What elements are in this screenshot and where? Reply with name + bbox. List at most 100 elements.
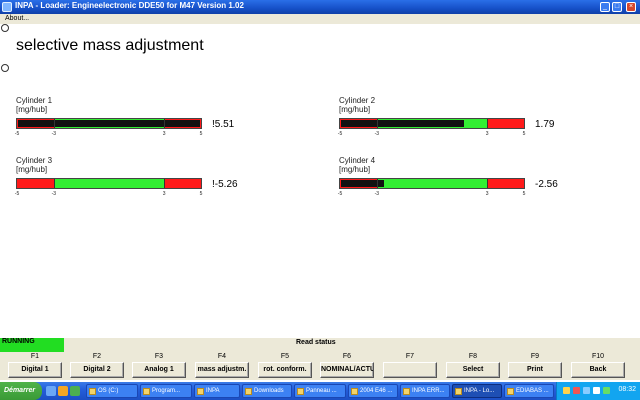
gauge-zone-divider (376, 179, 378, 188)
fkey-f1: F1 Digital 1 (8, 352, 62, 380)
gauge-unit: [mg/hub] (16, 105, 48, 114)
document-icon (351, 388, 358, 395)
gauge-bar (339, 118, 525, 129)
fkey-f6: F6 NOMINAL/ACTUAL (320, 352, 374, 380)
document-icon (403, 388, 410, 395)
task-programs[interactable]: Program... (140, 384, 192, 398)
fkey-f7: F7 (383, 352, 437, 380)
explorer-icon[interactable] (70, 386, 80, 396)
fkey-f9: F9 Print (508, 352, 562, 380)
desktop-icon[interactable] (46, 386, 56, 396)
print-button[interactable]: Print (508, 362, 562, 378)
status-text: Read status (296, 339, 336, 346)
analog-1-button[interactable]: Analog 1 (132, 362, 186, 378)
tray-arrow-icon[interactable] (563, 387, 570, 394)
main-area: selective mass adjustment Cylinder 1 [mg/… (0, 24, 640, 338)
start-button[interactable]: Démarrer (0, 382, 42, 400)
folder-icon (143, 388, 150, 395)
app-icon (455, 388, 462, 395)
window-title: INPA - Loader: Engineelectronic DDE50 fo… (15, 1, 244, 10)
gauge-cylinder-2: Cylinder 2 [mg/hub] -5 -3 3 5 1.79 (337, 96, 599, 146)
tray-volume-icon[interactable] (593, 387, 600, 394)
task-inpa-err[interactable]: INPA ERR... (400, 384, 450, 398)
gauge-zone-divider (487, 179, 489, 188)
mass-adjustment-button[interactable]: mass adjustm. (195, 362, 249, 378)
task-ediabas[interactable]: EDIABAS ... (504, 384, 554, 398)
gauge-tick-label: -3 (374, 131, 380, 137)
fkey-f10: F10 Back (571, 352, 625, 380)
function-key-bar: F1 Digital 1 F2 Digital 2 F3 Analog 1 F4… (0, 352, 640, 380)
gauge-tick-label: -5 (337, 131, 343, 137)
gauge-bar (16, 178, 202, 189)
tray-app-icon[interactable] (603, 387, 610, 394)
radio-button-2[interactable] (1, 64, 9, 72)
menu-bar: About... (0, 14, 640, 24)
gauge-unit: [mg/hub] (16, 165, 48, 174)
select-button[interactable]: Select (446, 362, 500, 378)
gauge-tick-label: -5 (337, 191, 343, 197)
clock: 08:32 (618, 386, 636, 393)
close-button[interactable]: × (626, 2, 636, 12)
fkey-f5: F5 rot. conform. (258, 352, 312, 380)
folder-icon (245, 388, 252, 395)
minimize-button[interactable]: _ (600, 2, 610, 12)
back-button[interactable]: Back (571, 362, 625, 378)
gauge-tick-label: 5 (199, 131, 203, 137)
gauge-bar (339, 178, 525, 189)
title-bar[interactable]: INPA - Loader: Engineelectronic DDE50 fo… (0, 0, 640, 14)
task-downloads[interactable]: Downloads (242, 384, 292, 398)
nominal-actual-button[interactable]: NOMINAL/ACTUAL (320, 362, 374, 378)
system-tray: 08:32 (556, 382, 640, 400)
fkey-f3: F3 Analog 1 (132, 352, 186, 380)
gauge-tick-label: 3 (485, 131, 489, 137)
status-row: RUNNING Read status (0, 338, 640, 352)
gauge-tick-label: -5 (14, 191, 20, 197)
gauge-value: 1.79 (535, 119, 555, 130)
gauge-unit: [mg/hub] (339, 105, 371, 114)
f7-button[interactable] (383, 362, 437, 378)
gauge-green-zone (376, 179, 488, 188)
task-inpa-folder[interactable]: INPA (194, 384, 240, 398)
gauge-cylinder-3: Cylinder 3 [mg/hub] -5 -3 3 5 !-5.26 (14, 156, 276, 206)
gauge-zone-divider (164, 119, 166, 128)
page-title: selective mass adjustment (16, 37, 204, 54)
folder-icon (297, 388, 304, 395)
browser-icon[interactable] (58, 386, 68, 396)
task-control-panel[interactable]: Panneau ... (294, 384, 346, 398)
gauge-tick-label: 3 (162, 131, 166, 137)
task-os-c[interactable]: OS (C:) (86, 384, 138, 398)
fkey-f2: F2 Digital 2 (70, 352, 124, 380)
fkey-f1-label: F1 (30, 353, 40, 360)
gauge-tick-label: 3 (485, 191, 489, 197)
gauge-cylinder-4: Cylinder 4 [mg/hub] -5 -3 3 5 -2.56 (337, 156, 599, 206)
gauge-unit: [mg/hub] (339, 165, 371, 174)
taskbar: Démarrer OS (C:) Program... INPA Downloa… (0, 382, 640, 400)
menu-about[interactable]: About... (3, 15, 31, 22)
task-2004-e46[interactable]: 2004 E46 ... (348, 384, 398, 398)
fkey-f7-label: F7 (405, 353, 415, 360)
radio-button-1[interactable] (1, 24, 9, 32)
tray-security-icon[interactable] (573, 387, 580, 394)
gauge-tick-label: 5 (199, 191, 203, 197)
gauge-name: Cylinder 3 (16, 156, 53, 165)
gauge-zone-divider (487, 119, 489, 128)
rot-conform-button[interactable]: rot. conform. (258, 362, 312, 378)
tray-network-icon[interactable] (583, 387, 590, 394)
fkey-f5-label: F5 (280, 353, 290, 360)
gauge-tick-label: 5 (522, 131, 526, 137)
status-running-indicator: RUNNING (0, 338, 64, 352)
fkey-f9-label: F9 (530, 353, 540, 360)
digital-1-button[interactable]: Digital 1 (8, 362, 62, 378)
task-inpa-loader[interactable]: INPA - Lo... (452, 384, 502, 398)
digital-2-button[interactable]: Digital 2 (70, 362, 124, 378)
fkey-f4: F4 mass adjustm. (195, 352, 249, 380)
gauge-tick-label: -3 (374, 191, 380, 197)
gauge-name: Cylinder 2 (339, 96, 376, 105)
maximize-button[interactable]: □ (612, 2, 622, 12)
gauge-value: -2.56 (535, 179, 558, 190)
gauge-tick-label: -3 (51, 191, 57, 197)
fkey-f2-label: F2 (92, 353, 102, 360)
fkey-f4-label: F4 (217, 353, 227, 360)
folder-icon (197, 388, 204, 395)
app-icon (2, 2, 12, 12)
